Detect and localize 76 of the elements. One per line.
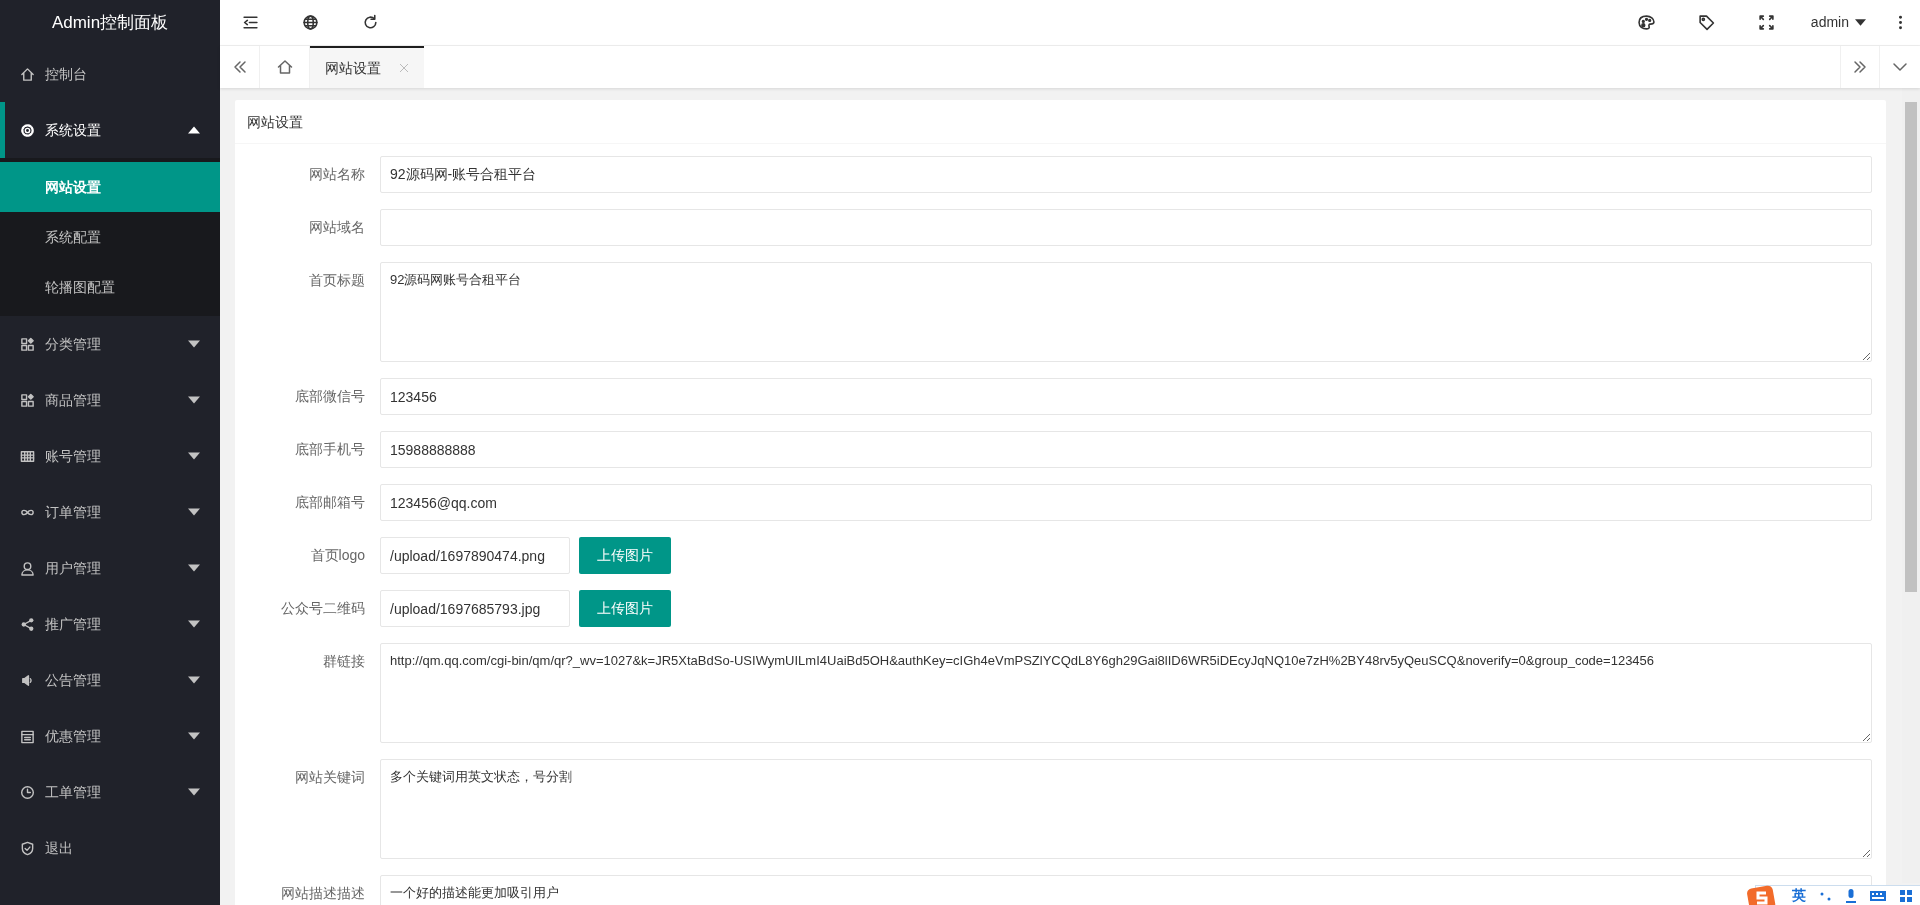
shield-icon <box>20 840 35 856</box>
close-icon[interactable] <box>399 63 409 73</box>
field-label: 底部邮箱号 <box>294 493 366 512</box>
caret-icon <box>188 676 200 684</box>
house-icon <box>20 66 35 82</box>
tab-label: 网站设置 <box>325 58 381 78</box>
input-field[interactable] <box>380 209 1872 246</box>
sidebar-item[interactable]: 账号管理 <box>0 428 220 484</box>
panel-title: Admin控制面板 <box>50 12 170 34</box>
field-label: 网站名称 <box>308 165 366 184</box>
caret-icon <box>188 396 200 404</box>
caret-icon <box>188 732 200 740</box>
scroll-right-button[interactable] <box>1840 46 1880 88</box>
user-menu[interactable]: admin <box>1796 0 1880 46</box>
text-area[interactable]: 多个关键词用英文状态，号分割 <box>380 759 1872 859</box>
caret-icon <box>188 340 200 348</box>
input-field[interactable]: 92源码网-账号合租平台 <box>380 156 1872 193</box>
grid-icon[interactable] <box>1900 889 1912 902</box>
field-label: 网站描述描述 <box>280 884 366 903</box>
punctuation-icon[interactable] <box>1820 890 1832 901</box>
caret-icon <box>188 508 200 516</box>
text-area[interactable]: http://qm.qq.com/cgi-bin/qm/qr?_wv=1027&k=JR5XtaBdSo-USIWymUILmI4UaiBd5OH&authKey=cIGh4eVmPSZlYCQdL8Y6gh29Gai8lID6WR5iDEcyJqNQ10e7zH%2BY48rv5yQeuSCQ&noverify=0&group_code=123456 <box>380 643 1872 743</box>
submenu-item[interactable]: 网站设置 <box>0 162 220 212</box>
sidebar-item[interactable]: 公告管理 <box>0 652 220 708</box>
caret-icon <box>1855 19 1866 26</box>
sidebar-item[interactable]: 订单管理 <box>0 484 220 540</box>
house-icon <box>276 59 293 75</box>
share-icon <box>20 616 35 632</box>
caret-icon <box>188 620 200 628</box>
text-area[interactable]: 92源码网账号合租平台 <box>380 262 1872 362</box>
microphone-icon[interactable] <box>1846 888 1856 903</box>
field-label: 网站域名 <box>308 218 366 237</box>
grid-icon <box>20 392 35 408</box>
sidebar-item[interactable]: 工单管理 <box>0 764 220 820</box>
upload-button[interactable]: 上传图片 <box>579 537 671 574</box>
keypad-icon <box>20 448 35 464</box>
speaker-icon <box>20 672 35 688</box>
keyboard-icon[interactable] <box>1870 890 1886 901</box>
field-label: 公众号二维码 <box>280 599 366 618</box>
field-label: 首页标题 <box>308 271 366 290</box>
page-tab[interactable]: 网站设置 <box>310 46 424 88</box>
sidebar-item[interactable]: 控制台 <box>0 46 220 102</box>
sidebar-item[interactable]: 用户管理 <box>0 540 220 596</box>
grid-icon <box>20 336 35 352</box>
field-label: 底部微信号 <box>294 387 366 406</box>
sidebar-item[interactable]: 分类管理 <box>0 316 220 372</box>
sidebar-item[interactable]: 商品管理 <box>0 372 220 428</box>
user-icon <box>20 560 35 576</box>
calendar-icon <box>20 728 35 744</box>
input-field[interactable]: /upload/1697890474.png <box>380 537 570 574</box>
chevron-icon[interactable] <box>1880 46 1920 88</box>
settings-icon <box>20 122 35 138</box>
scroll-left-button[interactable] <box>220 46 260 88</box>
submenu-item[interactable]: 系统配置 <box>0 212 220 262</box>
upload-button[interactable]: 上传图片 <box>579 590 671 627</box>
field-label: 网站关键词 <box>294 768 366 787</box>
input-mode[interactable]: 英 <box>1792 885 1806 905</box>
field-label: 底部手机号 <box>294 440 366 459</box>
field-label: 群链接 <box>322 652 366 671</box>
input-field[interactable]: 123456 <box>380 378 1872 415</box>
caret-icon <box>188 452 200 460</box>
sidebar-item[interactable]: 优惠管理 <box>0 708 220 764</box>
input-field[interactable]: 123456@qq.com <box>380 484 1872 521</box>
submenu-item[interactable]: 轮播图配置 <box>0 262 220 312</box>
clock-icon <box>20 784 35 800</box>
card-title: 网站设置 <box>235 100 1886 144</box>
field-label: 首页logo <box>309 546 366 565</box>
input-field[interactable]: 15988888888 <box>380 431 1872 468</box>
input-field[interactable]: /upload/1697685793.jpg <box>380 590 570 627</box>
caret-icon <box>188 126 200 134</box>
double-chevron-right-icon <box>1852 59 1868 75</box>
sidebar-item[interactable]: 退出 <box>0 820 220 876</box>
sidebar-item[interactable]: 推广管理 <box>0 596 220 652</box>
caret-icon <box>188 564 200 572</box>
double-chevron-left-icon <box>231 59 248 75</box>
caret-icon <box>188 788 200 796</box>
